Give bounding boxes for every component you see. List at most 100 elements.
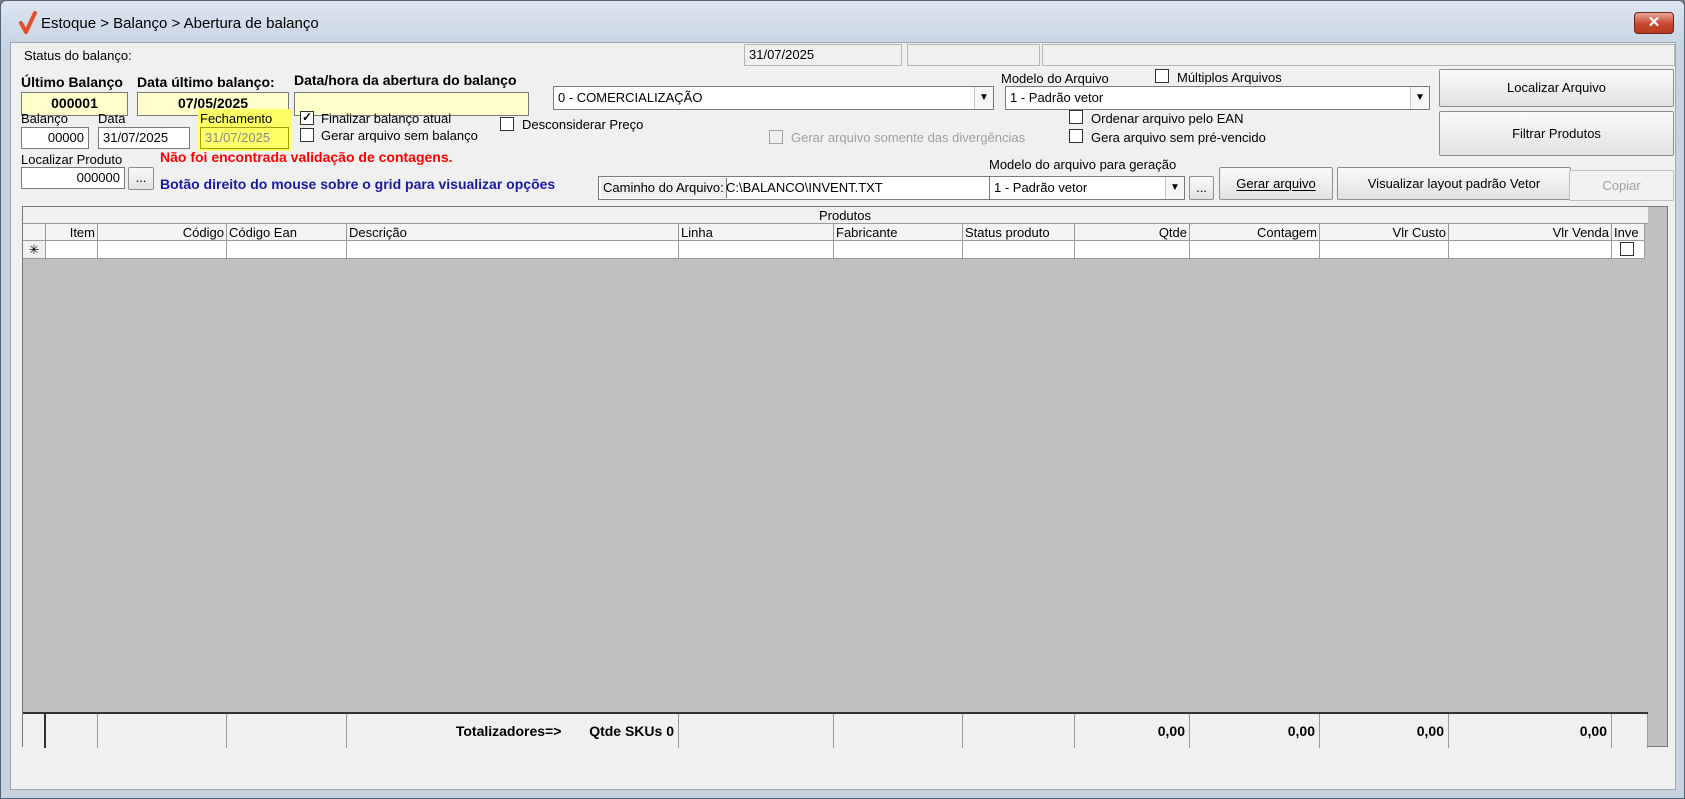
col-header-vlr-venda[interactable]: Vlr Venda (1449, 224, 1612, 241)
copiar-button[interactable]: Copiar (1569, 170, 1674, 201)
pre-vencido-label: Gera arquivo sem pré-vencido (1091, 130, 1266, 145)
new-row-marker: ✳ (23, 241, 46, 259)
multiplos-label: Múltiplos Arquivos (1177, 70, 1282, 85)
pre-vencido-checkbox[interactable] (1069, 129, 1083, 143)
totals-label: Totalizadores=> (455, 723, 562, 739)
desconsiderar-label: Desconsiderar Preço (522, 117, 644, 132)
data-label: Data (98, 111, 126, 126)
totals-qtde: 0,00 (1075, 714, 1190, 748)
status-field-3 (1042, 44, 1675, 66)
col-header-status-produto[interactable]: Status produto (963, 224, 1075, 241)
totals-cell-descricao: Totalizadores=> Qtde SKUs 0 (347, 714, 679, 748)
status-label: Status do balanço: (24, 48, 132, 63)
multiplos-checkbox[interactable] (1155, 69, 1169, 83)
col-header-qtde[interactable]: Qtde (1075, 224, 1190, 241)
data-field[interactable]: 31/07/2025 (98, 127, 190, 149)
modelo-geracao-label: Modelo do arquivo para geração (989, 157, 1177, 172)
gerar-divergencias-label: Gerar arquivo somente das divergências (791, 130, 1026, 145)
col-header-contagem[interactable]: Contagem (1190, 224, 1320, 241)
totals-selector (23, 714, 46, 748)
modelo-arquivo-label: Modelo do Arquivo (1001, 71, 1109, 86)
comercializacao-select[interactable]: 0 - COMERCIALIZAÇÃO ▼ (553, 86, 994, 110)
new-row-cell-vlr-custo[interactable] (1320, 241, 1449, 259)
new-row-cell-codigo[interactable] (98, 241, 227, 259)
finalizar-label: Finalizar balanço atual (321, 111, 452, 126)
inve-checkbox[interactable] (1620, 242, 1634, 256)
grid-caption: Produtos (23, 207, 1667, 224)
totals-vlr-venda: 0,00 (1449, 714, 1612, 748)
title-bar: Estoque > Balanço > Abertura de balanço … (1, 1, 1684, 48)
new-row-cell-item[interactable] (46, 241, 98, 259)
modelo-arquivo-value: 1 - Padrão vetor (1010, 90, 1104, 105)
ordenar-ean-checkbox[interactable] (1069, 110, 1083, 124)
form-client-area: Status do balanço: 31/07/2025 Último Bal… (10, 42, 1676, 790)
fechamento-label: Fechamento (200, 111, 273, 126)
gerar-sem-balanco-checkbox[interactable] (300, 128, 314, 142)
new-row-cell-fabricante[interactable] (834, 241, 963, 259)
new-row-cell-descricao[interactable] (347, 241, 679, 259)
new-row-cell-contagem[interactable] (1190, 241, 1320, 259)
totals-cell-codigo (98, 714, 227, 748)
close-button[interactable]: ✕ (1634, 12, 1674, 34)
desconsiderar-checkbox[interactable] (500, 117, 514, 131)
modelo-geracao-browse-button[interactable]: ... (1189, 176, 1214, 200)
visualizar-layout-button[interactable]: Visualizar layout padrão Vetor (1337, 167, 1571, 200)
gerar-sem-balanco-label: Gerar arquivo sem balanço (321, 128, 478, 143)
col-header-fabricante[interactable]: Fabricante (834, 224, 963, 241)
chevron-down-icon: ▼ (974, 87, 993, 109)
row-selector-header (23, 224, 46, 241)
localizar-produto-label: Localizar Produto (21, 152, 123, 167)
fechamento-field[interactable]: 31/07/2025 (200, 127, 289, 149)
modelo-geracao-select[interactable]: 1 - Padrão vetor ▼ (989, 176, 1185, 200)
chevron-down-icon: ▼ (1165, 177, 1184, 199)
new-row-cell-inve[interactable] (1612, 241, 1645, 259)
totals-cell-codigo-ean (227, 714, 347, 748)
localizar-produto-browse-button[interactable]: ... (128, 167, 154, 190)
col-header-item[interactable]: Item (46, 224, 98, 241)
totals-vlr-custo: 0,00 (1320, 714, 1449, 748)
totals-contagem: 0,00 (1190, 714, 1320, 748)
finalizar-checkbox[interactable]: ✓ (300, 111, 314, 125)
filtrar-produtos-button[interactable]: Filtrar Produtos (1439, 111, 1674, 156)
data-ultimo-label: Data último balanço: (137, 74, 275, 90)
new-row-cell-linha[interactable] (679, 241, 834, 259)
modelo-geracao-value: 1 - Padrão vetor (994, 180, 1088, 195)
window-title: Estoque > Balanço > Abertura de balanço (41, 15, 319, 32)
col-header-linha[interactable]: Linha (679, 224, 834, 241)
col-header-codigo-ean[interactable]: Código Ean (227, 224, 347, 241)
caminho-field-group: Caminho do Arquivo: C:\BALANCO\INVENT.TX… (598, 176, 993, 200)
status-field-2 (907, 44, 1040, 66)
totals-row: Totalizadores=> Qtde SKUs 0 0,00 0,00 0,… (23, 712, 1648, 748)
caminho-label: Caminho do Arquivo: (601, 178, 727, 198)
new-row-cell-qtde[interactable] (1075, 241, 1190, 259)
localizar-arquivo-button[interactable]: Localizar Arquivo (1439, 69, 1674, 107)
status-date-field: 31/07/2025 (744, 44, 902, 66)
col-header-codigo[interactable]: Código (98, 224, 227, 241)
comercializacao-value: 0 - COMERCIALIZAÇÃO (558, 90, 703, 105)
col-header-inve[interactable]: Inve (1612, 224, 1645, 241)
totals-cell-inve (1612, 714, 1648, 748)
totals-cell-fabricante (834, 714, 963, 748)
balanco-field[interactable]: 00000 (21, 127, 89, 149)
grid-hint-message: Botão direito do mouse sobre o grid para… (160, 176, 556, 192)
col-header-vlr-custo[interactable]: Vlr Custo (1320, 224, 1449, 241)
checkmark-app-icon (19, 11, 37, 34)
totals-skus: Qtde SKUs 0 (589, 723, 674, 739)
ultimo-balanco-label: Último Balanço (21, 74, 123, 90)
grid-right-gap (1648, 207, 1667, 746)
localizar-produto-field[interactable]: 000000 (21, 167, 125, 189)
new-row-cell-vlr-venda[interactable] (1449, 241, 1612, 259)
chevron-down-icon: ▼ (1410, 87, 1429, 109)
produtos-grid[interactable]: Produtos Item Código Código Ean Descriçã… (22, 206, 1668, 748)
new-row-cell-status[interactable] (963, 241, 1075, 259)
totals-cell-item (46, 714, 98, 748)
new-row-cell-codigo-ean[interactable] (227, 241, 347, 259)
caminho-value[interactable]: C:\BALANCO\INVENT.TXT (726, 178, 883, 198)
col-header-descricao[interactable]: Descrição (347, 224, 679, 241)
ordenar-ean-label: Ordenar arquivo pelo EAN (1091, 111, 1244, 126)
gerar-arquivo-button[interactable]: Gerar arquivo (1219, 167, 1333, 200)
modelo-arquivo-select[interactable]: 1 - Padrão vetor ▼ (1005, 86, 1430, 110)
gerar-divergencias-checkbox[interactable] (769, 130, 783, 144)
balanco-label: Balanço (21, 111, 68, 126)
totals-cell-linha (679, 714, 834, 748)
